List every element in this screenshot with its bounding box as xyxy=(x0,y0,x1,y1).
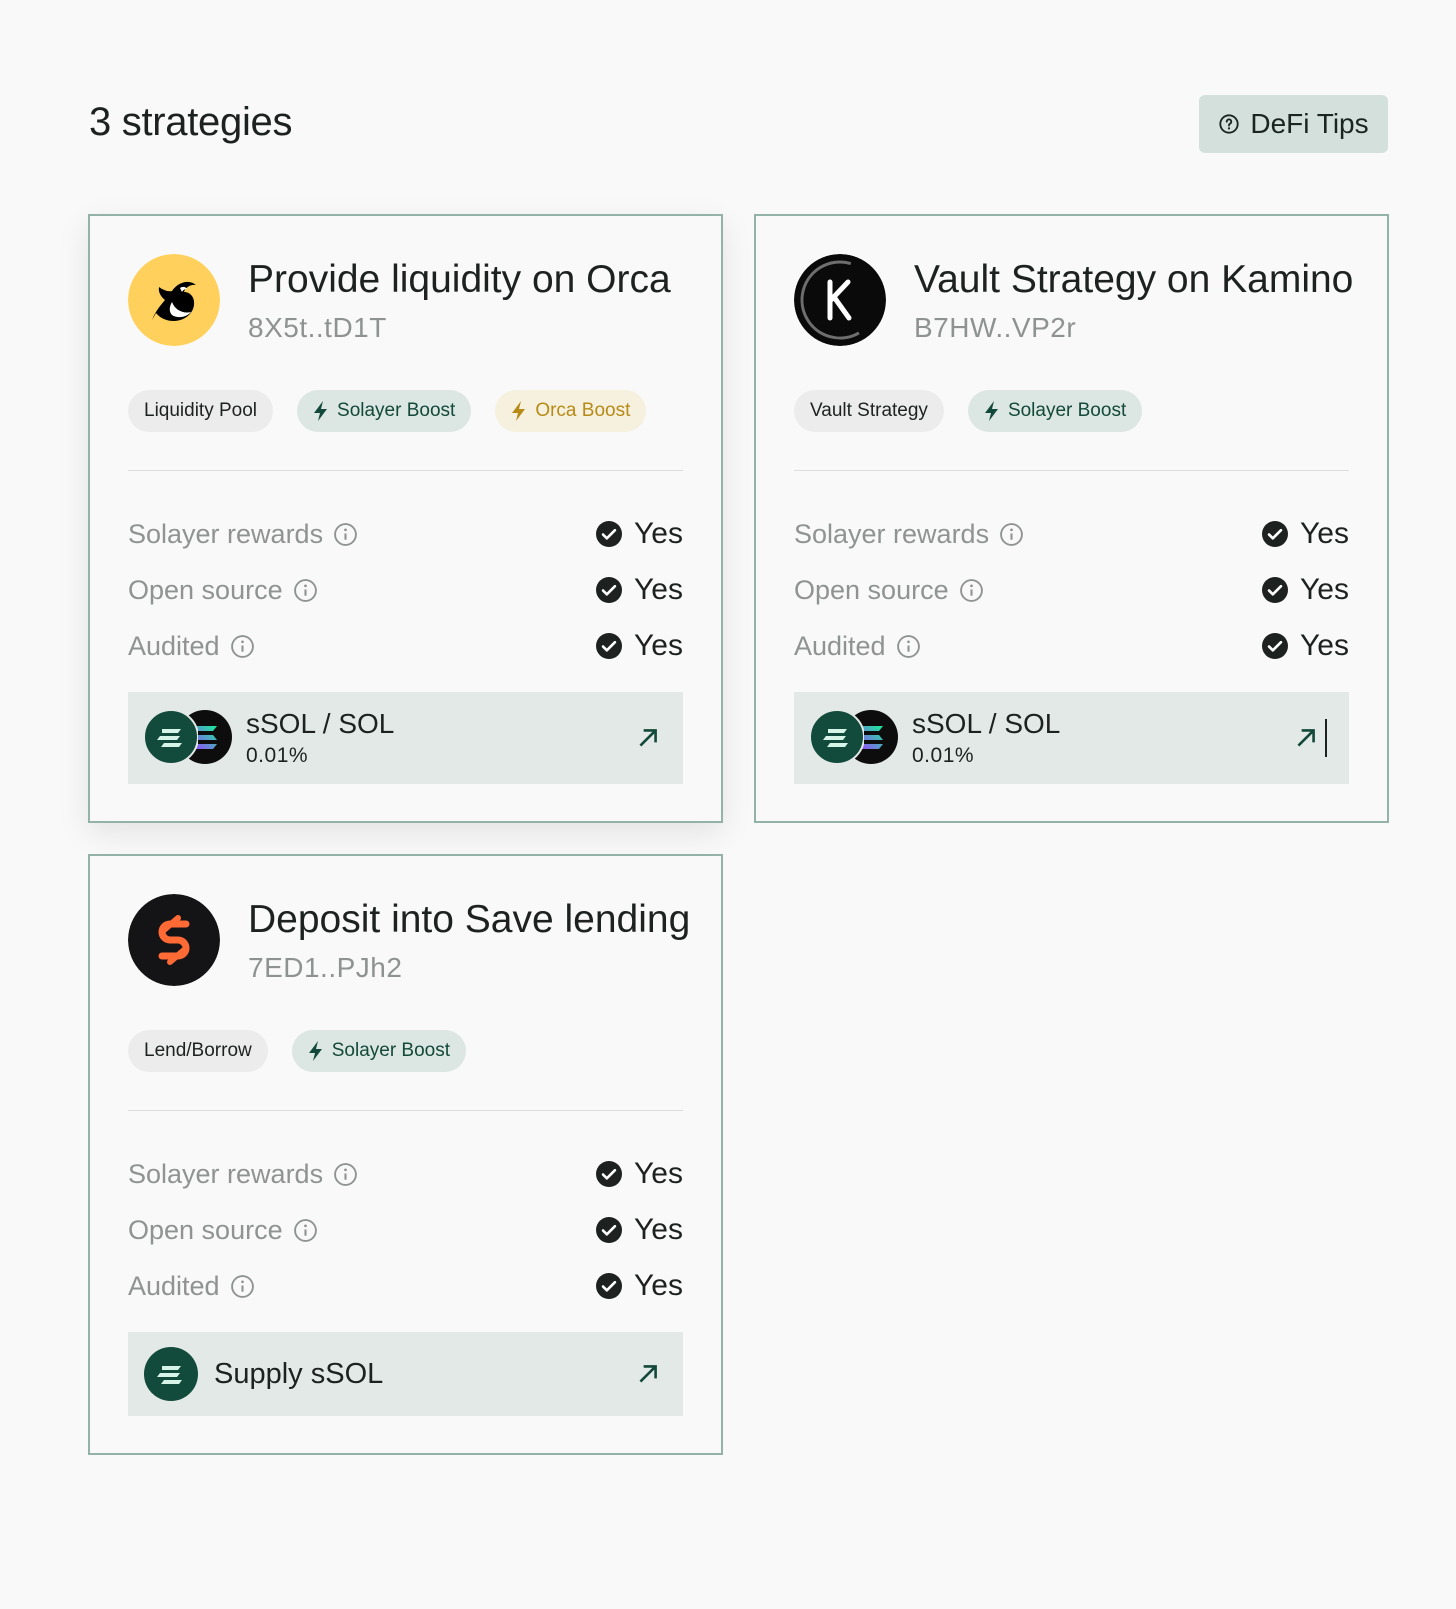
check-circle-icon xyxy=(596,1217,623,1243)
row-open-source: Open source Yes xyxy=(128,562,683,618)
info-icon[interactable] xyxy=(293,1218,318,1243)
tag-solayer-boost: Solayer Boost xyxy=(291,1030,467,1072)
row-solayer-rewards: Solayer rewards Yes xyxy=(794,506,1349,562)
supply-ssol-link[interactable]: Supply sSOL xyxy=(128,1332,683,1416)
row-label: Audited xyxy=(794,630,886,661)
row-value: Yes xyxy=(1300,573,1349,606)
strategy-attributes: Solayer rewards Yes Open source Yes Audi… xyxy=(128,1146,683,1314)
row-open-source: Open source Yes xyxy=(128,1202,683,1258)
row-label: Open source xyxy=(128,574,283,605)
strategy-title: Provide liquidity on Orca xyxy=(248,258,671,301)
check-circle-icon xyxy=(596,1273,623,1299)
divider xyxy=(794,470,1349,471)
tag-liquidity-pool: Liquidity Pool xyxy=(128,390,274,432)
info-icon[interactable] xyxy=(959,578,984,603)
check-circle-icon xyxy=(596,521,623,547)
lightning-icon xyxy=(984,401,998,421)
ssol-token-icon xyxy=(144,710,198,764)
defi-tips-button[interactable]: DeFi Tips xyxy=(1199,95,1388,153)
row-value: Yes xyxy=(634,573,683,606)
check-circle-icon xyxy=(1262,633,1289,659)
pool-name: sSOL / SOL xyxy=(912,708,1061,739)
row-solayer-rewards: Solayer rewards Yes xyxy=(128,1146,683,1202)
check-circle-icon xyxy=(596,633,623,659)
row-value: Yes xyxy=(1300,629,1349,662)
token-pair-icons xyxy=(810,710,898,766)
ssol-token-icon xyxy=(810,710,864,764)
pool-name: Supply sSOL xyxy=(214,1357,384,1390)
arrow-up-right-icon[interactable] xyxy=(1293,725,1319,751)
strategy-address[interactable]: 7ED1..PJh2 xyxy=(248,952,402,984)
check-circle-icon xyxy=(1262,521,1289,547)
text-cursor xyxy=(1325,719,1327,757)
row-value: Yes xyxy=(634,517,683,550)
row-label: Solayer rewards xyxy=(128,1158,324,1189)
info-icon[interactable] xyxy=(230,634,255,659)
check-circle-icon xyxy=(596,1161,623,1187)
info-icon[interactable] xyxy=(333,1162,358,1187)
tag-list: Lend/Borrow Solayer Boost xyxy=(128,1030,467,1072)
check-circle-icon xyxy=(596,577,623,603)
page-title: 3 strategies xyxy=(89,100,293,144)
save-logo xyxy=(128,894,220,986)
strategy-address[interactable]: 8X5t..tD1T xyxy=(248,312,387,344)
row-value: Yes xyxy=(634,1269,683,1302)
divider xyxy=(128,1110,683,1111)
pool-fee: 0.01% xyxy=(246,744,309,767)
strategy-attributes: Solayer rewards Yes Open source Yes Audi… xyxy=(128,506,683,674)
ssol-token-icon xyxy=(144,1347,198,1401)
arrow-up-right-icon[interactable] xyxy=(635,1361,661,1387)
row-solayer-rewards: Solayer rewards Yes xyxy=(128,506,683,562)
lightning-icon xyxy=(512,401,526,421)
row-label: Solayer rewards xyxy=(128,518,324,549)
tag-list: Vault Strategy Solayer Boost xyxy=(794,390,1143,432)
info-icon[interactable] xyxy=(293,578,318,603)
divider xyxy=(128,470,683,471)
tag-list: Liquidity Pool Solayer Boost Orca Boost xyxy=(128,390,647,432)
pool-link-ssol-sol[interactable]: sSOL / SOL 0.01% xyxy=(128,692,683,784)
row-label: Audited xyxy=(128,630,220,661)
row-label: Open source xyxy=(794,574,949,605)
tag-lend-borrow: Lend/Borrow xyxy=(128,1030,268,1072)
strategy-title: Vault Strategy on Kamino xyxy=(914,258,1354,301)
strategy-card-kamino[interactable]: Vault Strategy on Kamino B7HW..VP2r Vaul… xyxy=(754,214,1389,823)
row-label: Solayer rewards xyxy=(794,518,990,549)
row-audited: Audited Yes xyxy=(794,618,1349,674)
row-value: Yes xyxy=(634,629,683,662)
row-label: Open source xyxy=(128,1214,283,1245)
row-value: Yes xyxy=(1300,517,1349,550)
pool-name: sSOL / SOL xyxy=(246,708,395,739)
pool-link-ssol-sol[interactable]: sSOL / SOL 0.01% xyxy=(794,692,1349,784)
tag-vault-strategy: Vault Strategy xyxy=(794,390,944,432)
pool-fee: 0.01% xyxy=(912,744,975,767)
tag-solayer-boost: Solayer Boost xyxy=(297,390,472,432)
token-pair-icons xyxy=(144,710,232,766)
row-value: Yes xyxy=(634,1157,683,1190)
tag-orca-boost: Orca Boost xyxy=(495,390,647,432)
row-label: Audited xyxy=(128,1270,220,1301)
lightning-icon xyxy=(308,1041,322,1061)
defi-tips-label: DeFi Tips xyxy=(1250,108,1369,139)
strategy-title: Deposit into Save lending xyxy=(248,898,691,941)
strategy-address[interactable]: B7HW..VP2r xyxy=(914,312,1076,344)
arrow-up-right-icon[interactable] xyxy=(635,725,661,751)
tag-solayer-boost: Solayer Boost xyxy=(967,390,1143,432)
row-value: Yes xyxy=(634,1213,683,1246)
row-open-source: Open source Yes xyxy=(794,562,1349,618)
row-audited: Audited Yes xyxy=(128,618,683,674)
row-audited: Audited Yes xyxy=(128,1258,683,1314)
strategy-card-save[interactable]: Deposit into Save lending 7ED1..PJh2 Len… xyxy=(88,854,723,1455)
check-circle-icon xyxy=(1262,577,1289,603)
info-icon[interactable] xyxy=(333,522,358,547)
kamino-logo xyxy=(794,254,886,346)
info-icon[interactable] xyxy=(230,1274,255,1299)
info-icon[interactable] xyxy=(999,522,1024,547)
strategy-card-orca[interactable]: Provide liquidity on Orca 8X5t..tD1T Liq… xyxy=(88,214,723,823)
help-circle-icon xyxy=(1219,114,1239,134)
orca-logo xyxy=(128,254,220,346)
strategy-attributes: Solayer rewards Yes Open source Yes Audi… xyxy=(794,506,1349,674)
info-icon[interactable] xyxy=(896,634,921,659)
lightning-icon xyxy=(314,401,328,421)
